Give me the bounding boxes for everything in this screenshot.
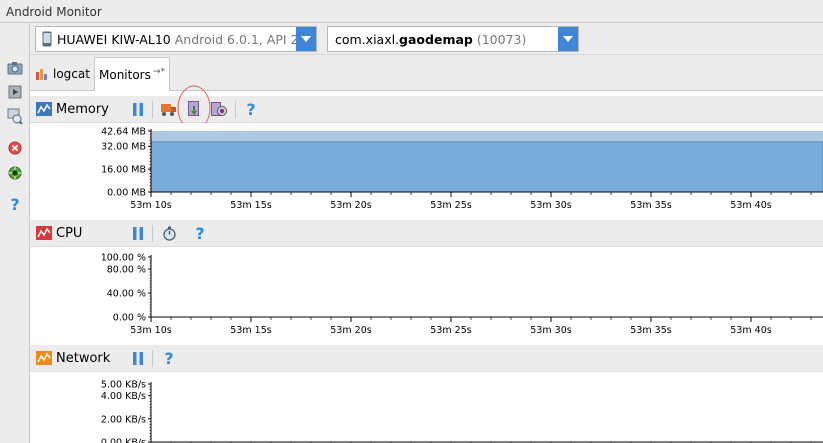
memory-monitor-header: Memory ?: [30, 85, 823, 131]
help-icon[interactable]: ?: [161, 349, 177, 368]
toolbar-separator: [152, 225, 153, 242]
tab-monitors-label: Monitors: [99, 68, 151, 82]
network-monitor-icon: [36, 350, 52, 366]
left-toolbar: ?: [0, 23, 30, 443]
pause-icon[interactable]: [130, 225, 146, 241]
x-tick-label: 53m 25s: [430, 200, 471, 211]
toolbar-separator: [235, 101, 236, 118]
terminate-app-icon[interactable]: [6, 139, 24, 157]
x-tick-label: 53m 10s: [130, 325, 171, 336]
memory-monitor-title: Memory: [56, 102, 109, 117]
chevron-down-icon[interactable]: [558, 27, 578, 51]
network-chart-svg: 0.00 KB/s 2.00 KB/s 4.00 KB/s5.00 KB/s: [101, 380, 823, 443]
initiate-gc-icon[interactable]: [161, 101, 177, 117]
y-tick-label: 0.00 KB/s: [101, 438, 146, 443]
system-info-icon[interactable]: [6, 107, 24, 125]
x-tick-label: 53m 15s: [230, 325, 271, 336]
y-tick-label: 0.00 MB: [107, 188, 146, 199]
y-tick-label: 0.00 %: [113, 313, 146, 324]
y-tick-label: 2.00 KB/s: [101, 414, 146, 425]
x-tick-label: 53m 10s: [130, 200, 171, 211]
y-tick-label: 5.00 KB/s: [101, 380, 146, 391]
y-tick-label: 100.00 %: [101, 253, 146, 264]
x-tick-label: 53m 20s: [330, 325, 371, 336]
tab-bar: logcat Monitors →*: [30, 55, 823, 91]
x-tick-label: 53m 40s: [730, 325, 771, 336]
layout-inspector-icon[interactable]: [6, 164, 24, 182]
network-monitor-header: Network ?: [30, 345, 823, 372]
network-monitor-title: Network: [56, 351, 111, 366]
memory-chart: 0.00 MB 16.00 MB 32.00 MB 42.64 MB 53m 10s 53…: [30, 123, 823, 217]
x-tick-label: 53m 20s: [330, 200, 371, 211]
camera-icon[interactable]: [6, 59, 24, 77]
x-tick-label: 53m 15s: [230, 200, 271, 211]
tab-logcat[interactable]: logcat: [32, 57, 94, 91]
device-os: Android 6.0.1, API 23: [174, 32, 307, 47]
pin-tab-icon[interactable]: →*: [153, 67, 165, 77]
process-package-name: gaodemap: [399, 32, 473, 47]
x-tick-label: 53m 30s: [530, 325, 571, 336]
memory-monitor-icon: [36, 101, 52, 117]
memory-chart-svg: 0.00 MB 16.00 MB 32.00 MB 42.64 MB 53m 10s 53…: [101, 127, 823, 211]
x-tick-label: 53m 25s: [430, 325, 471, 336]
window-title-bar: Android Monitor: [0, 0, 823, 23]
x-tick-label: 53m 30s: [530, 200, 571, 211]
logcat-icon: [36, 68, 50, 83]
process-package-prefix: com.xiaxl.: [335, 32, 400, 47]
y-tick-label: 40.00 %: [107, 289, 146, 300]
tab-monitors[interactable]: Monitors →*: [94, 57, 170, 91]
x-tick-label: 53m 35s: [630, 200, 671, 211]
y-tick-label: 32.00 MB: [101, 142, 146, 153]
allocation-tracking-icon[interactable]: [211, 101, 227, 117]
network-chart: 0.00 KB/s 2.00 KB/s 4.00 KB/s 5.00 KB/s: [30, 372, 823, 443]
x-tick-label: 53m 35s: [630, 325, 671, 336]
memory-usage-area: [150, 141, 823, 193]
pause-icon[interactable]: [130, 101, 146, 117]
device-toolbar: HUAWEI KIW-AL10 Android 6.0.1, API 23 co…: [30, 23, 823, 55]
help-icon[interactable]: ?: [243, 100, 259, 119]
chevron-down-icon[interactable]: [296, 27, 316, 51]
cpu-chart: 0.00 % 40.00 % 80.00 % 100.00 % 53m 10s 53m 1…: [30, 247, 823, 342]
help-icon[interactable]: ?: [192, 224, 208, 243]
device-dropdown[interactable]: HUAWEI KIW-AL10 Android 6.0.1, API 23: [35, 26, 317, 52]
cpu-monitor-title: CPU: [56, 226, 83, 241]
help-icon[interactable]: ?: [6, 195, 24, 214]
process-dropdown[interactable]: com.xiaxl.gaodemap (10073): [327, 26, 579, 52]
y-tick-label: 4.00 KB/s: [101, 391, 146, 402]
y-tick-label: 80.00 %: [107, 265, 146, 276]
phone-icon: [42, 31, 52, 50]
cpu-chart-svg: 0.00 % 40.00 % 80.00 %100.00 % 53m 10s 53m 1…: [101, 253, 823, 336]
toolbar-separator: [152, 350, 153, 367]
device-name: HUAWEI KIW-AL10: [57, 32, 171, 47]
y-tick-label: 42.64 MB: [101, 127, 146, 138]
tab-logcat-label: logcat: [53, 67, 90, 81]
process-pid: (10073): [476, 32, 527, 47]
window-title: Android Monitor: [6, 5, 102, 19]
start-method-tracing-icon[interactable]: [161, 225, 177, 241]
y-tick-label: 16.00 MB: [101, 165, 146, 176]
x-tick-label: 53m 40s: [730, 200, 771, 211]
cpu-monitor-icon: [36, 225, 52, 241]
record-video-icon[interactable]: [6, 83, 24, 101]
cpu-monitor-header: CPU ?: [30, 220, 823, 247]
toolbar-separator: [152, 101, 153, 118]
pause-icon[interactable]: [130, 350, 146, 366]
